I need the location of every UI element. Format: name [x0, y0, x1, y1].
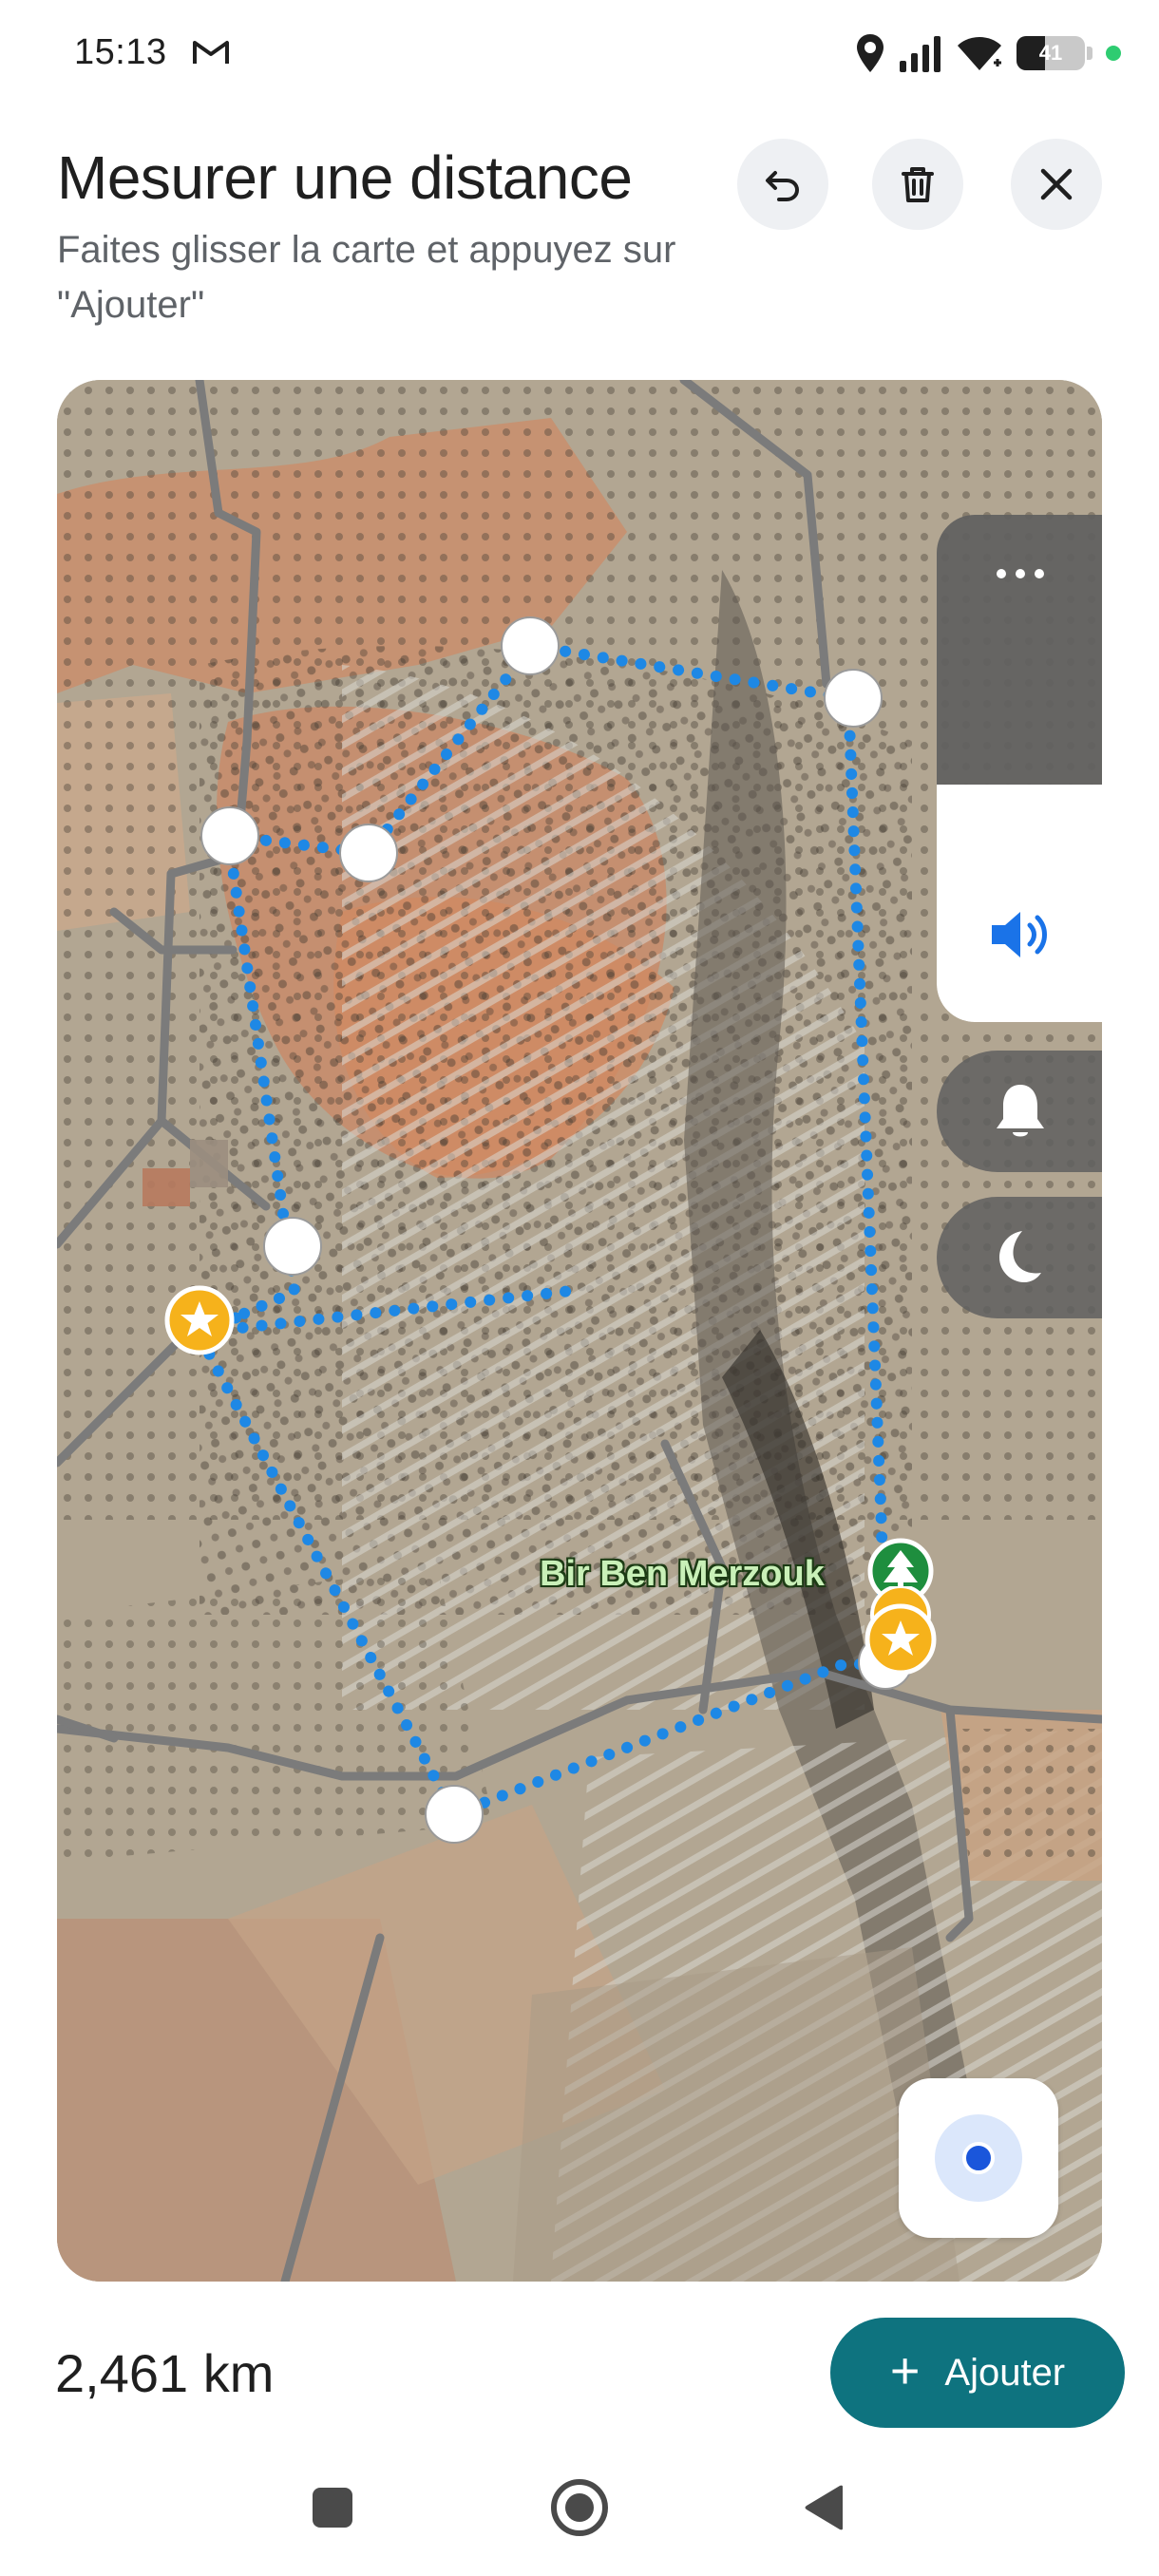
battery-percent: 41: [1038, 41, 1063, 65]
sound-panel-top[interactable]: [937, 515, 1102, 785]
delete-icon: [902, 167, 934, 202]
page-title: Mesurer une distance: [57, 143, 633, 212]
sound-panel-bottom[interactable]: [937, 785, 1102, 1022]
plus-icon: +: [889, 2342, 921, 2399]
recents-icon: [313, 2488, 352, 2528]
close-button[interactable]: [1011, 139, 1102, 230]
close-icon: [1040, 168, 1073, 200]
page-subtitle: Faites glisser la carte et appuyez sur "…: [57, 229, 676, 326]
place-label[interactable]: Bir Ben Merzouk: [540, 1554, 825, 1595]
more-icon[interactable]: [992, 566, 1049, 581]
battery-icon: 41: [1016, 36, 1085, 70]
add-button-label: Ajouter: [944, 2351, 1066, 2394]
battery-cap: [1087, 47, 1092, 60]
home-button[interactable]: [532, 2460, 627, 2555]
distance-value: 2,461 km: [55, 2343, 275, 2403]
notification-toggle[interactable]: [937, 1051, 1102, 1172]
satellite-map[interactable]: Bir Ben Merzouk: [57, 380, 1102, 2282]
back-icon: [805, 2485, 843, 2530]
my-location-icon: [935, 2114, 1022, 2202]
undo-icon: [766, 171, 800, 201]
sound-icon[interactable]: [988, 906, 1056, 963]
sound-panel: [937, 515, 1102, 1022]
undo-button[interactable]: [737, 139, 828, 230]
wifi-icon: [958, 37, 1001, 70]
home-icon: [551, 2479, 608, 2536]
dark-mode-toggle[interactable]: [937, 1197, 1102, 1318]
privacy-indicator: [1106, 46, 1121, 61]
back-button[interactable]: [777, 2460, 872, 2555]
bell-icon: [997, 1085, 1044, 1137]
location-icon: [857, 34, 884, 72]
add-button[interactable]: + Ajouter: [830, 2318, 1125, 2428]
star-pin-icon[interactable]: [163, 1284, 236, 1356]
signal-icon: [900, 36, 940, 72]
delete-button[interactable]: [872, 139, 963, 230]
status-bar: 15:13 41: [0, 0, 1159, 106]
recents-button[interactable]: [285, 2460, 380, 2555]
system-nav-bar: [0, 2460, 1159, 2555]
status-time: 15:13: [74, 32, 167, 72]
status-icons: 41: [855, 28, 1121, 78]
gmail-icon: [193, 41, 229, 64]
star-pin-icon[interactable]: [863, 1601, 939, 1677]
my-location-button[interactable]: [899, 2078, 1058, 2238]
moon-icon: [999, 1231, 1041, 1282]
